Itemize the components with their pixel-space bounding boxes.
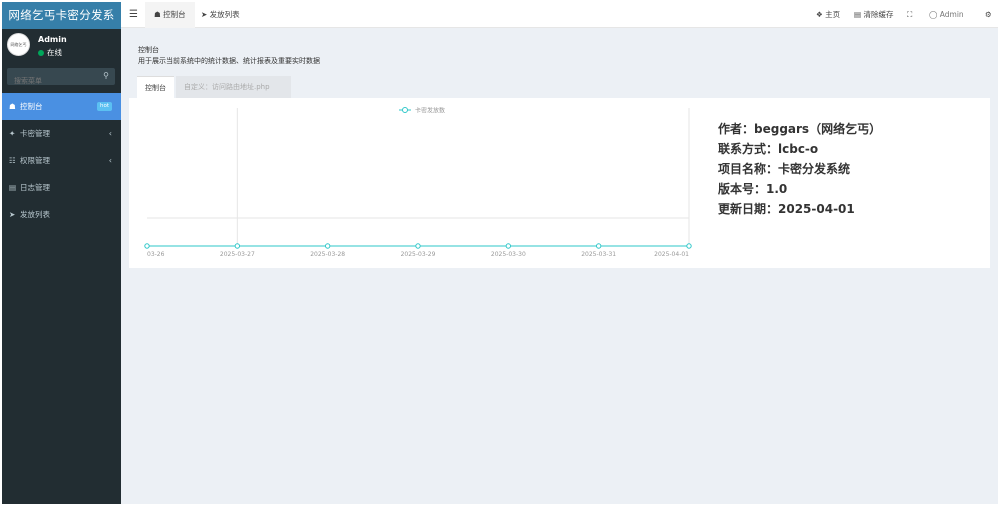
sidebar-item-permissions[interactable]: ☷ 权限管理 ‹ <box>2 147 121 174</box>
data-point <box>505 243 512 249</box>
data-point <box>686 243 692 249</box>
user-panel: 网络乞丐 Admin 在线 <box>2 33 121 70</box>
updated-line: 更新日期：2025-04-01 <box>718 202 855 216</box>
data-point <box>234 243 241 249</box>
sidebar-item-label: 发放列表 <box>20 210 50 219</box>
menu-toggle-icon[interactable]: ☰ <box>129 2 138 28</box>
dashboard-icon: ☗ <box>9 102 16 111</box>
x-tick-label: 2025-03-30 <box>491 251 526 258</box>
tab-dispatch-label: 发放列表 <box>209 10 240 19</box>
legend-label: 卡密发放数 <box>415 107 445 115</box>
page-title: 控制台 <box>138 46 159 54</box>
content-tab-custom[interactable]: 自定义：访问路由地址.php <box>176 76 291 98</box>
sidebar-item-logs[interactable]: ▤ 日志管理 <box>2 174 121 201</box>
home-link[interactable]: ❖ 主页 <box>816 2 840 28</box>
online-dot-icon <box>38 50 44 56</box>
legend-marker <box>402 107 408 113</box>
sidebar-item-cards[interactable]: ✦ 卡密管理 ‹ <box>2 120 121 147</box>
sidebar-item-label: 卡密管理 <box>20 129 50 138</box>
user-status: 在线 <box>38 47 62 58</box>
avatar-text: 网络乞丐 <box>10 42 27 47</box>
admin-menu[interactable]: ◯ Admin <box>929 2 964 28</box>
home-link-label: 主页 <box>825 10 841 19</box>
project-info: 作者：beggars（网络乞丐） 联系方式：lcbc-o 项目名称：卡密分发系统… <box>718 119 881 219</box>
author-line: 作者：beggars（网络乞丐） <box>718 122 882 136</box>
user-status-label: 在线 <box>47 48 62 57</box>
x-tick-label: 03-26 <box>147 251 165 258</box>
admin-menu-label: Admin <box>939 10 964 19</box>
data-point <box>324 243 331 249</box>
home-icon: ☗ <box>154 10 164 19</box>
user-icon: ◯ <box>929 10 940 19</box>
version-line: 版本号：1.0 <box>718 182 788 196</box>
x-tick-label: 2025-03-27 <box>220 251 255 258</box>
sidebar-item-label: 权限管理 <box>20 156 50 165</box>
send-icon: ➤ <box>201 10 210 19</box>
page-description: 用于展示当前系统中的统计数据、统计报表及重要实时数据 <box>138 57 320 65</box>
contact-line: 联系方式：lcbc-o <box>718 142 819 156</box>
data-point <box>144 243 150 249</box>
settings-icon[interactable]: ⚙ <box>985 2 992 28</box>
chevron-left-icon: ‹ <box>108 129 112 138</box>
data-point <box>415 243 421 249</box>
x-tick-label: 2025-04-01 <box>654 251 689 258</box>
sidebar-item-label: 日志管理 <box>20 183 50 192</box>
cards-icon: ✦ <box>9 129 16 138</box>
home-icon: ❖ <box>816 10 826 19</box>
project-line: 项目名称：卡密分发系统 <box>718 162 851 176</box>
clear-cache-button[interactable]: ▤ 清除缓存 <box>854 2 893 28</box>
sidebar-search-input[interactable] <box>7 72 97 90</box>
x-tick-label: 2025-03-28 <box>310 251 345 258</box>
hot-badge: hot <box>96 102 112 111</box>
line-chart: 卡密发放数 03-26 2025-03-27 2025-03-28 2025-03-29… <box>144 107 692 258</box>
tab-dashboard-label: 控制台 <box>163 10 186 19</box>
data-point <box>595 243 602 249</box>
search-icon[interactable]: ⚲ <box>103 71 109 80</box>
main-panel: 卡密发放数 03-26 2025-03-27 2025-03-28 2025-03-29… <box>129 98 990 268</box>
sidebar-search: ⚲ <box>7 68 115 90</box>
clear-cache-label: 清除缓存 <box>863 10 894 19</box>
sidebar-item-dispatch[interactable]: ➤ 发放列表 <box>2 201 121 228</box>
sidebar-item-label: 控制台 <box>20 102 43 111</box>
send-icon: ➤ <box>9 210 16 219</box>
tab-dispatch[interactable]: ➤ 发放列表 <box>201 2 240 28</box>
x-tick-label: 2025-03-29 <box>401 251 436 258</box>
brand-title[interactable]: 网络乞丐卡密分发系 <box>2 2 121 29</box>
topbar: ☰ ☗ 控制台 ➤ 发放列表 ❖ 主页 ▤ 清除缓存 ⛶ ◯ Admin ⚙ <box>121 2 998 28</box>
avatar: 网络乞丐 <box>7 33 30 56</box>
log-icon: ▤ <box>9 183 17 192</box>
sidebar-item-dashboard[interactable]: ☗ 控制台 hot <box>2 93 121 120</box>
chevron-left-icon: ‹ <box>108 156 112 165</box>
lock-icon: ☷ <box>9 156 16 165</box>
x-tick-label: 2025-03-31 <box>581 251 616 258</box>
tab-dashboard[interactable]: ☗ 控制台 <box>145 2 195 28</box>
user-name: Admin <box>38 35 67 44</box>
app-frame: 网络乞丐卡密分发系 网络乞丐 Admin 在线 ⚲ ☗控制台 hot ✦卡密管理… <box>2 2 998 504</box>
content-tab-dashboard[interactable]: 控制台 <box>137 76 174 98</box>
sidebar: 网络乞丐卡密分发系 网络乞丐 Admin 在线 ⚲ ☗ 控制台 hot ✦ 卡密管理… <box>2 2 121 504</box>
fullscreen-icon[interactable]: ⛶ <box>907 2 912 28</box>
sidebar-menu: ☗ 控制台 hot ✦ 卡密管理 ‹ ☷ 权限管理 ‹ ▤ 日志管理 ➤ 发放列表 <box>2 93 121 228</box>
content-header: 控制台 用于展示当前系统中的统计数据、统计报表及重要实时数据 控制台 自定义：访… <box>129 36 990 98</box>
